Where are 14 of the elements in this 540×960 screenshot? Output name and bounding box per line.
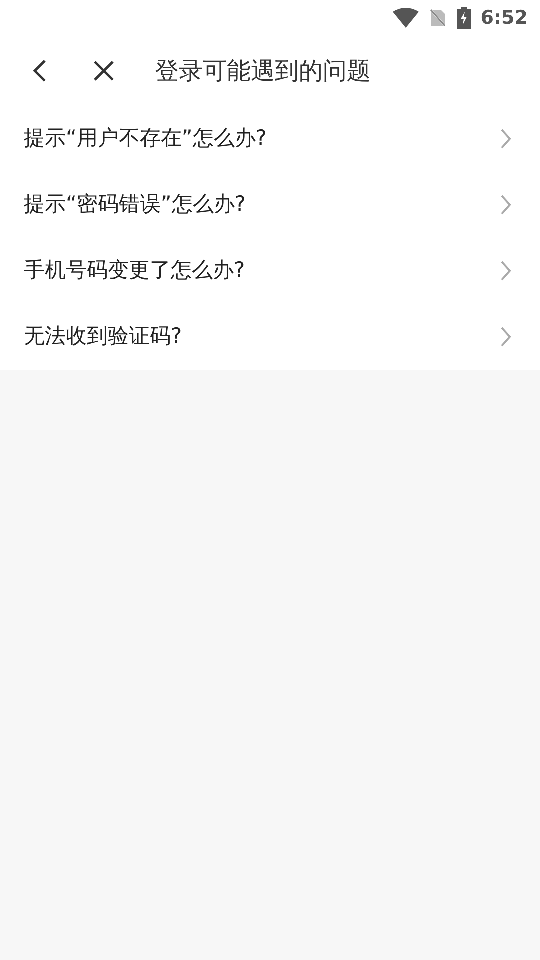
status-time: 6:52 xyxy=(480,6,528,31)
chevron-right-icon xyxy=(500,128,512,150)
faq-item[interactable]: 无法收到验证码? xyxy=(0,304,540,370)
chevron-right-icon xyxy=(500,326,512,348)
page-title: 登录可能遇到的问题 xyxy=(155,56,371,87)
chevron-right-icon xyxy=(500,260,512,282)
faq-item[interactable]: 手机号码变更了怎么办? xyxy=(0,238,540,304)
wifi-icon xyxy=(392,8,419,28)
chevron-right-icon xyxy=(500,194,512,216)
faq-item[interactable]: 提示“密码错误”怎么办? xyxy=(0,172,540,238)
battery-icon xyxy=(456,7,471,29)
close-icon xyxy=(93,60,115,82)
faq-item[interactable]: 提示“用户不存在”怎么办? xyxy=(0,106,540,172)
no-sim-icon xyxy=(428,8,447,28)
